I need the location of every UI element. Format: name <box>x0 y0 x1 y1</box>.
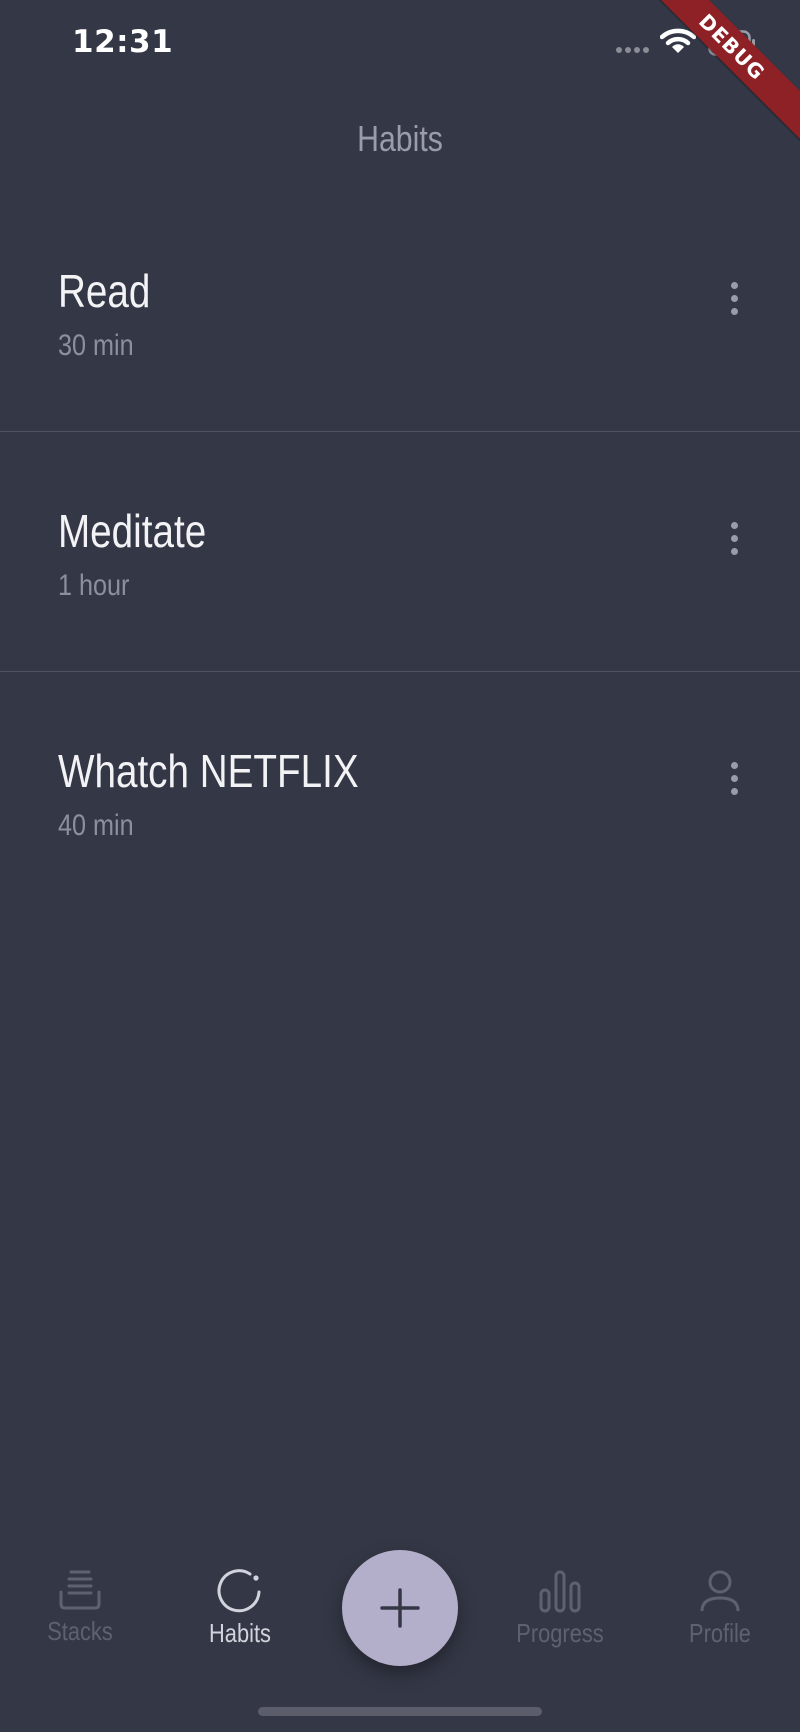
profile-icon <box>700 1570 740 1612</box>
nav-label: Habits <box>209 1618 271 1648</box>
wifi-icon <box>660 28 696 53</box>
habits-icon <box>217 1569 261 1613</box>
habit-duration: 1 hour <box>58 569 130 602</box>
stacks-icon <box>59 1570 101 1610</box>
nav-item-stacks[interactable]: Stacks <box>10 1568 150 1658</box>
habit-row[interactable]: Meditate 1 hour <box>0 432 800 672</box>
more-options-button[interactable] <box>714 272 754 324</box>
home-indicator <box>258 1707 542 1716</box>
bottom-navigation: Stacks Habits Progress Profile <box>0 1540 800 1732</box>
nav-label: Profile <box>689 1618 751 1648</box>
habit-row[interactable]: Read 30 min <box>0 192 800 432</box>
habit-duration: 40 min <box>58 809 134 842</box>
nav-item-profile[interactable]: Profile <box>650 1568 790 1658</box>
more-vert-icon <box>730 761 738 769</box>
habit-list: Read 30 min Meditate 1 hour Whatch NETFL… <box>0 192 800 911</box>
more-options-button[interactable] <box>714 752 754 804</box>
more-vert-icon <box>730 521 738 529</box>
habit-duration: 30 min <box>58 329 134 362</box>
habit-name: Whatch NETFLIX <box>58 745 359 797</box>
habit-name: Meditate <box>58 505 207 557</box>
add-habit-button[interactable] <box>342 1550 458 1666</box>
habit-name: Read <box>58 265 151 317</box>
progress-icon <box>539 1570 581 1613</box>
plus-icon <box>380 1588 420 1628</box>
habit-row[interactable]: Whatch NETFLIX 40 min <box>0 672 800 911</box>
habits-screen: 12:31 DEBUG Habits Read 30 min Meditate … <box>0 0 800 1732</box>
nav-item-habits[interactable]: Habits <box>170 1568 310 1658</box>
more-vert-icon <box>730 281 738 289</box>
status-time: 12:31 <box>72 24 174 60</box>
more-options-button[interactable] <box>714 512 754 564</box>
page-title: Habits <box>357 118 443 159</box>
nav-label: Progress <box>516 1618 604 1648</box>
nav-label: Stacks <box>47 1616 113 1646</box>
nav-item-progress[interactable]: Progress <box>490 1568 630 1658</box>
signal-icon <box>616 47 649 53</box>
